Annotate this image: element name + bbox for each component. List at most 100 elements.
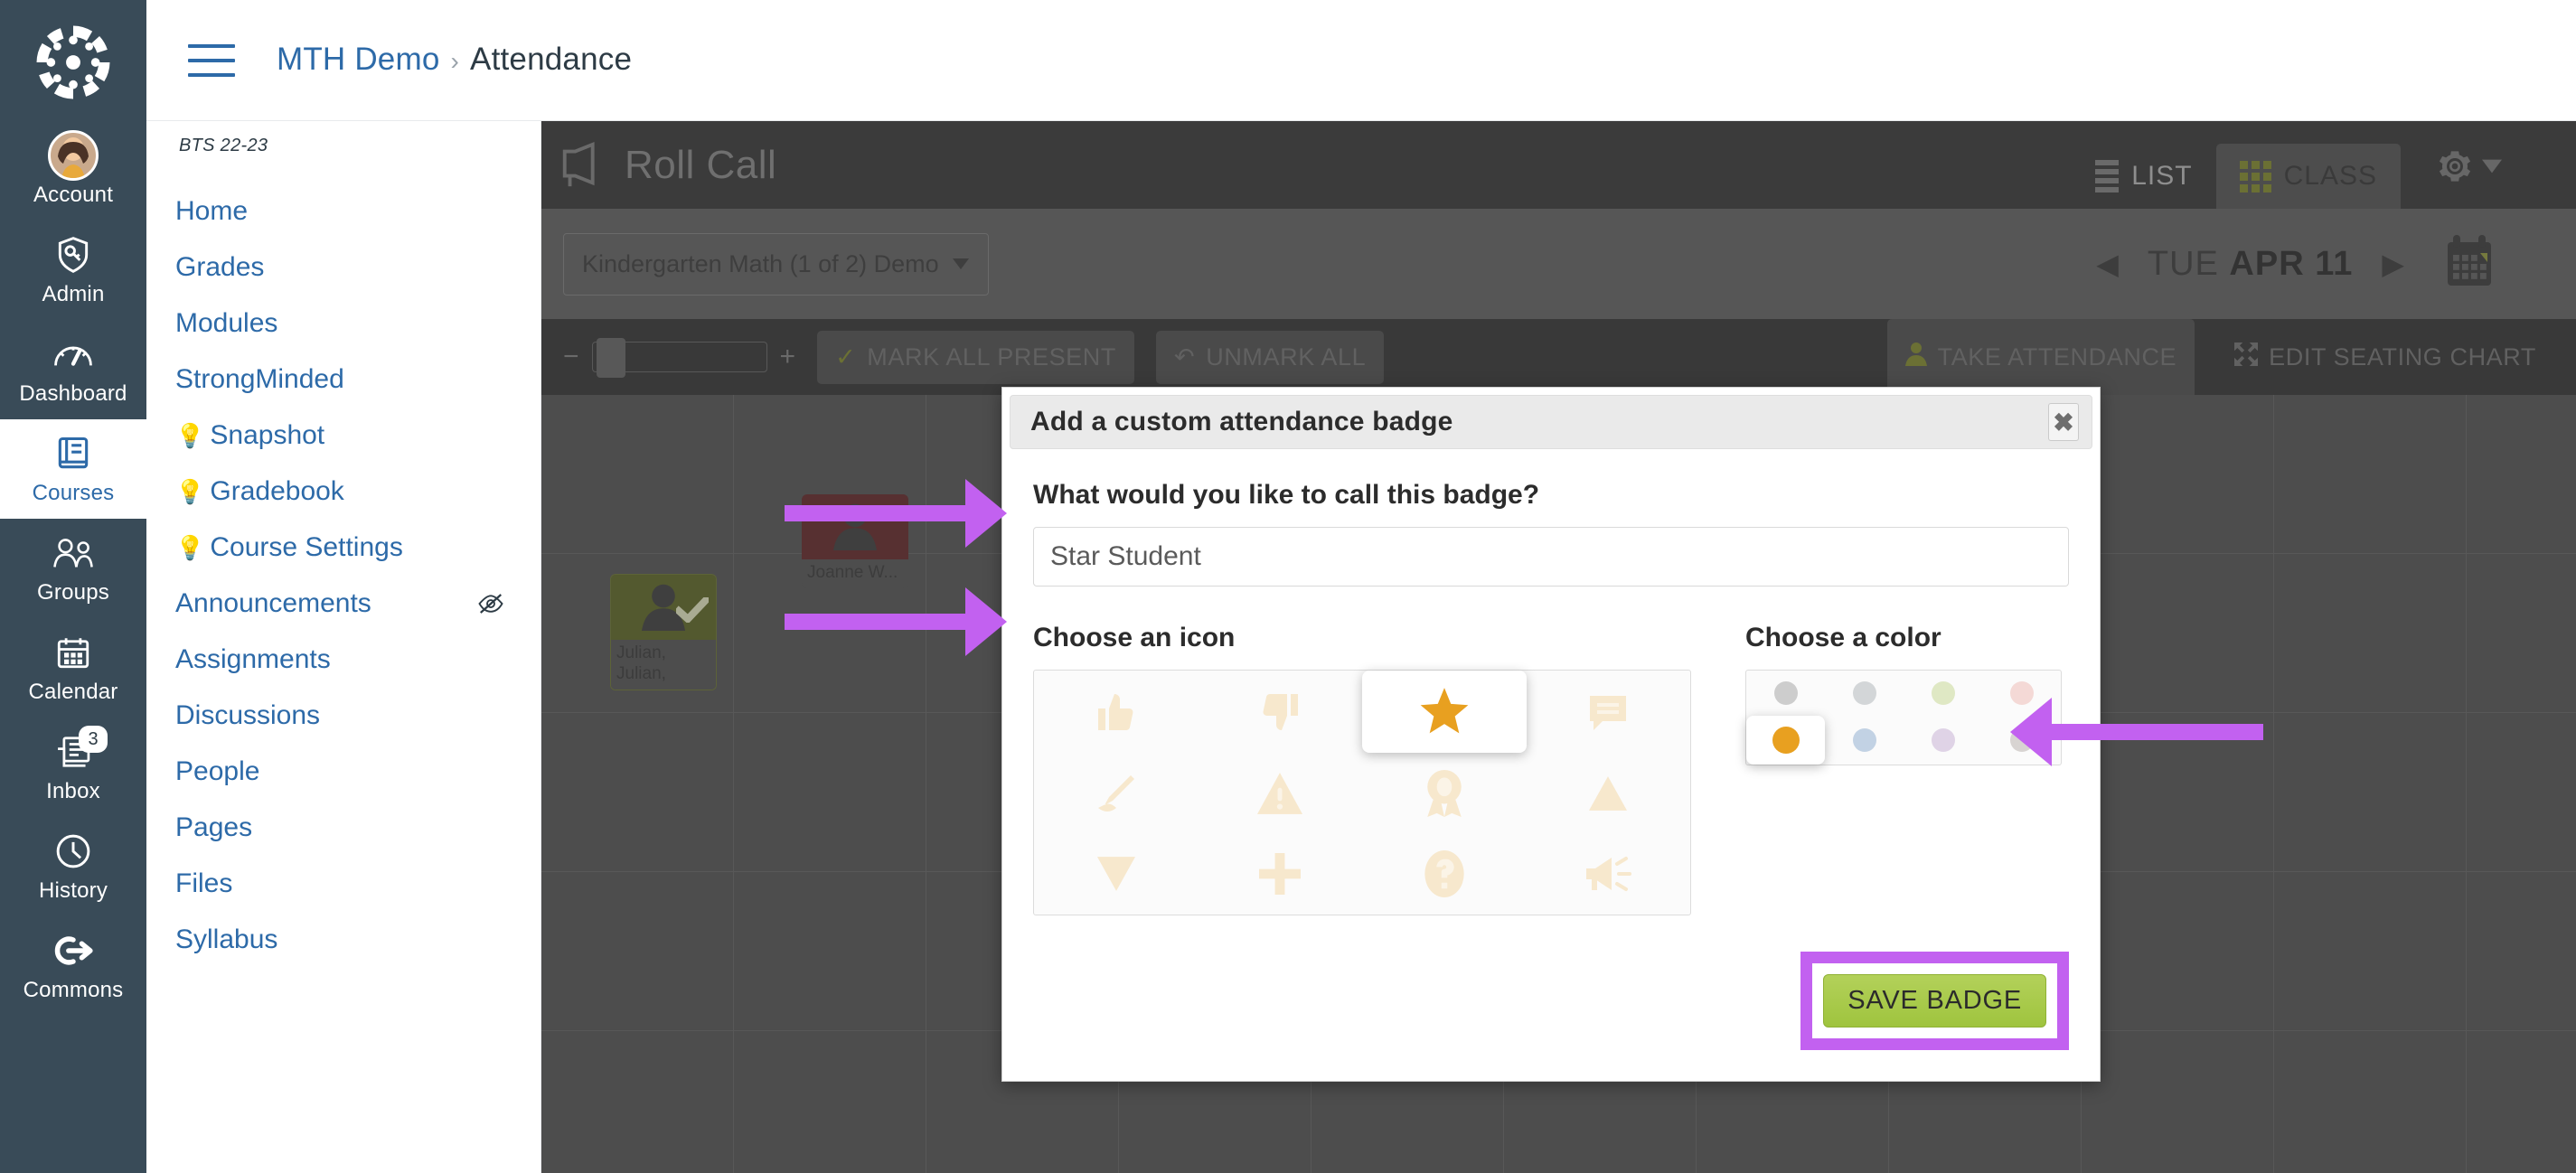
global-nav-item-courses[interactable]: Courses — [0, 419, 146, 519]
next-day-button[interactable]: ▶ — [2382, 247, 2404, 281]
course-nav-item-assignments[interactable]: Assignments — [146, 632, 541, 688]
take-attendance-label: TAKE ATTENDANCE — [1937, 343, 2177, 371]
color-swatch — [1931, 728, 1955, 752]
roll-call-title: Roll Call — [625, 142, 777, 187]
icon-picker-section: Choose an icon — [1033, 623, 1691, 915]
icon-option-hand-writing[interactable] — [1034, 753, 1199, 833]
save-badge-button[interactable]: SAVE BADGE — [1823, 974, 2046, 1028]
course-nav-label: Course Settings — [210, 532, 403, 562]
course-nav-item-announcements[interactable]: Announcements — [146, 576, 541, 632]
course-nav-item-people[interactable]: People — [146, 744, 541, 800]
icon-option-star[interactable] — [1362, 671, 1527, 754]
icon-option-award-ribbon[interactable] — [1362, 753, 1527, 833]
color-swatch — [1852, 728, 1876, 752]
icon-option-thumbs-down[interactable] — [1199, 671, 1363, 753]
icon-picker-grid[interactable] — [1033, 670, 1691, 915]
color-option-pale-purple[interactable] — [1904, 716, 1982, 765]
global-nav-item-groups[interactable]: Groups — [0, 519, 146, 618]
course-nav-item-gradebook[interactable]: 💡 Gradebook — [146, 464, 541, 520]
badge-name-input[interactable] — [1033, 527, 2069, 586]
roll-call-view-tabs: LIST CLASS — [2072, 121, 2401, 209]
edit-seating-chart-button[interactable]: EDIT SEATING CHART — [2216, 330, 2554, 385]
term-label: BTS 22-23 — [179, 136, 268, 155]
tab-class[interactable]: CLASS — [2215, 144, 2401, 209]
date-navigator: ◀ TUE APR 11 ▶ — [2096, 209, 2495, 319]
course-nav-label: People — [175, 756, 260, 786]
avatar-icon — [48, 130, 99, 181]
color-option-pale-blue[interactable] — [1825, 716, 1904, 765]
roll-call-subbar: Kindergarten Math (1 of 2) Demo ◀ TUE AP… — [541, 209, 2576, 319]
course-nav-label: Home — [175, 196, 249, 226]
arrow-to-color-picker — [2010, 698, 2263, 766]
canvas-logo[interactable] — [24, 13, 123, 112]
gear-icon — [2439, 151, 2471, 182]
icon-option-question[interactable] — [1362, 834, 1527, 915]
student-photo — [611, 575, 716, 640]
icon-option-thumbs-up[interactable] — [1034, 671, 1199, 753]
section-select-value: Kindergarten Math (1 of 2) Demo — [582, 249, 939, 277]
course-navigation: BTS 22-23 Home Grades Modules StrongMind… — [146, 0, 541, 1173]
global-nav-item-history[interactable]: History — [0, 817, 146, 916]
color-option-pale-green[interactable] — [1904, 671, 1982, 716]
course-nav-label: Assignments — [175, 644, 331, 674]
mark-all-present-button[interactable]: ✓ MARK ALL PRESENT — [817, 330, 1134, 384]
breadcrumb-separator: › — [450, 46, 460, 75]
course-nav-item-syllabus[interactable]: Syllabus — [146, 912, 541, 968]
course-nav-label: Syllabus — [175, 924, 278, 954]
icon-option-megaphone[interactable] — [1527, 834, 1691, 915]
icon-option-triangle-down[interactable] — [1034, 834, 1199, 915]
course-nav-item-grades[interactable]: Grades — [146, 239, 541, 296]
course-nav-item-files[interactable]: Files — [146, 856, 541, 912]
icon-option-warning-triangle[interactable] — [1199, 753, 1363, 833]
mark-all-present-label: MARK ALL PRESENT — [867, 343, 1116, 371]
inbox-icon: 3 — [53, 726, 108, 774]
zoom-slider-thumb[interactable] — [596, 338, 625, 378]
calendar-picker-icon[interactable] — [2444, 234, 2495, 294]
color-swatch — [1772, 727, 1800, 754]
tab-list[interactable]: LIST — [2072, 144, 2215, 209]
global-nav-item-commons[interactable]: Commons — [0, 916, 146, 1016]
zoom-in-label: + — [779, 342, 796, 371]
global-nav-item-dashboard[interactable]: Dashboard — [0, 320, 146, 419]
zoom-slider-track[interactable] — [591, 338, 767, 378]
course-nav-item-snapshot[interactable]: 💡 Snapshot — [146, 408, 541, 464]
global-nav-item-inbox[interactable]: 3 Inbox — [0, 718, 146, 817]
unmark-all-button[interactable]: ↶ UNMARK ALL — [1155, 330, 1385, 384]
student-card[interactable]: Julian, Julian, — [610, 574, 717, 690]
section-select[interactable]: Kindergarten Math (1 of 2) Demo — [563, 232, 989, 296]
breadcrumb-course-link[interactable]: MTH Demo — [277, 42, 440, 77]
course-nav-item-modules[interactable]: Modules — [146, 296, 541, 352]
previous-day-button[interactable]: ◀ — [2096, 247, 2119, 281]
course-nav-item-home[interactable]: Home — [146, 183, 541, 239]
unmark-all-label: UNMARK ALL — [1206, 343, 1367, 371]
color-swatch — [1773, 681, 1798, 705]
student-name: Joanne W... — [802, 559, 908, 588]
global-nav-item-calendar[interactable]: Calendar — [0, 618, 146, 718]
course-nav-label: Pages — [175, 812, 253, 842]
inbox-unread-badge: 3 — [79, 726, 108, 753]
add-custom-attendance-badge-dialog: Add a custom attendance badge ✖ What wou… — [1001, 387, 2101, 1082]
close-icon[interactable]: ✖ — [2048, 403, 2079, 441]
color-option-orange[interactable] — [1746, 716, 1825, 765]
course-nav-item-strongminded[interactable]: StrongMinded — [146, 352, 541, 408]
icon-option-triangle-up[interactable] — [1527, 753, 1691, 833]
color-option-cool-grey[interactable] — [1825, 671, 1904, 716]
menu-hamburger-icon[interactable] — [188, 43, 235, 77]
zoom-slider[interactable]: − + — [563, 338, 796, 378]
shield-key-icon — [53, 232, 93, 277]
settings-menu-button[interactable] — [2437, 148, 2502, 184]
course-nav-label: Announcements — [175, 588, 371, 618]
dashboard-gauge-icon — [52, 332, 94, 377]
icon-option-comment[interactable] — [1527, 671, 1691, 753]
icon-option-plus[interactable] — [1199, 834, 1363, 915]
course-nav-item-course-settings[interactable]: 💡 Course Settings — [146, 520, 541, 576]
course-nav-item-discussions[interactable]: Discussions — [146, 688, 541, 744]
take-attendance-button[interactable]: TAKE ATTENDANCE — [1886, 319, 2195, 395]
color-option-grey[interactable] — [1746, 671, 1825, 716]
book-icon — [53, 431, 93, 476]
global-nav-item-account[interactable]: Account — [0, 121, 146, 221]
zoom-out-label: − — [563, 342, 579, 371]
course-nav-item-pages[interactable]: Pages — [146, 800, 541, 856]
global-nav-label: History — [38, 878, 108, 903]
global-nav-item-admin[interactable]: Admin — [0, 221, 146, 320]
